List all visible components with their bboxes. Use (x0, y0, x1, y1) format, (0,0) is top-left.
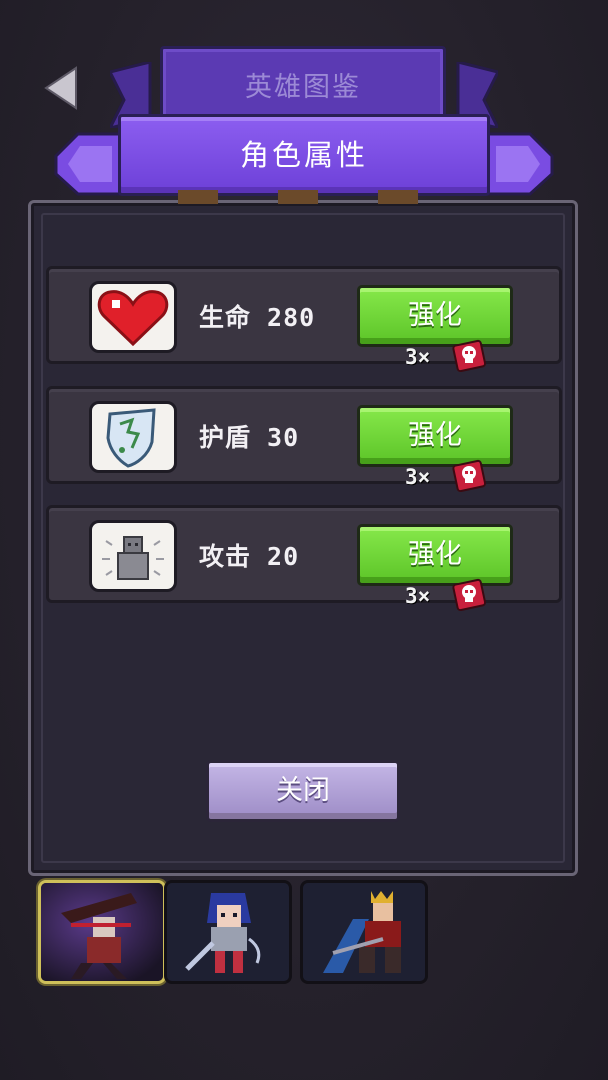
tab-hero-codex-label: 英雄图鉴 (245, 72, 361, 103)
upgrade-shield-button[interactable]: 强化 (357, 405, 513, 467)
character-ninja-portrait[interactable] (38, 880, 166, 984)
upgrade-hp-cost: 3× (405, 339, 525, 375)
stat-label-shield: 护盾 30 (199, 423, 300, 452)
upgrade-attack-button[interactable]: 强化 (357, 524, 513, 586)
tab-character-attributes[interactable]: 角色属性 (118, 114, 490, 196)
stat-row-hp: 生命 280 强化 3× (46, 266, 562, 373)
shield-icon (89, 401, 177, 473)
stat-row-attack: 攻击 20 强化 3× (46, 505, 562, 612)
stat-label-hp: 生命 280 (199, 303, 316, 332)
heart-icon (89, 281, 177, 353)
character-swordswoman-portrait[interactable] (164, 880, 292, 984)
skull-currency-icon (452, 459, 487, 493)
upgrade-shield-cost: 3× (405, 459, 525, 495)
stat-row-shield: 护盾 30 强化 3× (46, 386, 562, 493)
stat-label-attack: 攻击 20 (199, 542, 300, 571)
back-arrow-icon[interactable] (40, 64, 88, 112)
cost-amount: 3× (405, 345, 431, 369)
skull-currency-icon (452, 339, 487, 373)
tab-character-attributes-label: 角色属性 (239, 138, 368, 172)
upgrade-hp-button[interactable]: 强化 (357, 285, 513, 347)
cost-amount: 3× (405, 465, 431, 489)
attack-statue-icon (89, 520, 177, 592)
upgrade-attack-cost: 3× (405, 578, 525, 614)
cost-amount: 3× (405, 584, 431, 608)
character-king-portrait[interactable] (300, 880, 428, 984)
close-button[interactable]: 关闭 (206, 760, 400, 822)
banner-bottom-trim (178, 190, 418, 204)
skull-currency-icon (452, 578, 487, 612)
